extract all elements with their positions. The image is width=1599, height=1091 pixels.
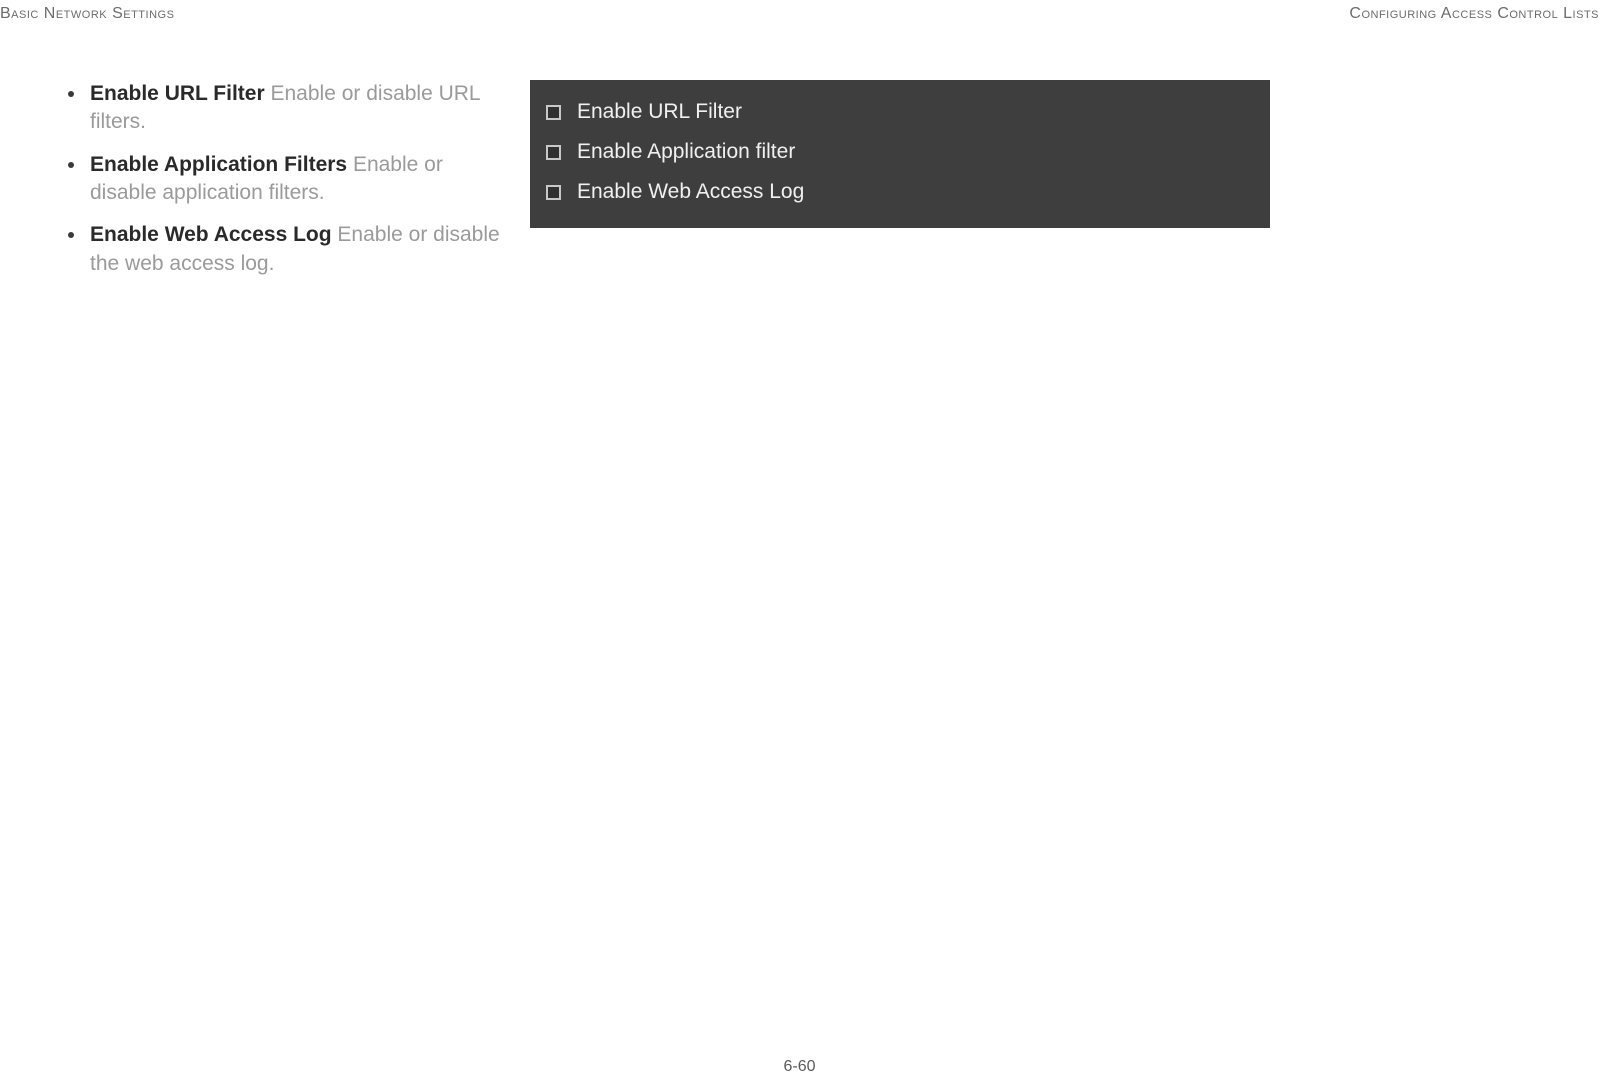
description-column: Enable URL Filter Enable or disable URL … bbox=[60, 80, 500, 292]
settings-panel: Enable URL Filter Enable Application fil… bbox=[530, 80, 1270, 228]
bullet-term: Enable Application Filters bbox=[90, 153, 347, 176]
header-left: Basic Network Settings bbox=[0, 5, 174, 23]
page-number: 6-60 bbox=[0, 1058, 1599, 1076]
checkbox-label: Enable Application filter bbox=[577, 140, 795, 164]
list-item: Enable Web Access Log Enable or disable … bbox=[90, 221, 500, 278]
bullet-term: Enable URL Filter bbox=[90, 82, 265, 105]
list-item: Enable Application Filters Enable or dis… bbox=[90, 151, 500, 208]
checkbox-row-application-filter: Enable Application filter bbox=[540, 132, 1260, 172]
content-area: Enable URL Filter Enable or disable URL … bbox=[60, 80, 1559, 292]
checkbox-icon[interactable] bbox=[546, 105, 561, 120]
checkbox-row-url-filter: Enable URL Filter bbox=[540, 92, 1260, 132]
checkbox-label: Enable URL Filter bbox=[577, 100, 742, 124]
header-right: Configuring Access Control Lists bbox=[1349, 5, 1599, 23]
checkbox-row-web-access-log: Enable Web Access Log bbox=[540, 172, 1260, 212]
screenshot-column: Enable URL Filter Enable Application fil… bbox=[530, 80, 1270, 292]
checkbox-icon[interactable] bbox=[546, 185, 561, 200]
page-header: Basic Network Settings Configuring Acces… bbox=[0, 0, 1599, 23]
bullet-list: Enable URL Filter Enable or disable URL … bbox=[60, 80, 500, 278]
checkbox-label: Enable Web Access Log bbox=[577, 180, 804, 204]
bullet-term: Enable Web Access Log bbox=[90, 223, 332, 246]
list-item: Enable URL Filter Enable or disable URL … bbox=[90, 80, 500, 137]
checkbox-icon[interactable] bbox=[546, 145, 561, 160]
